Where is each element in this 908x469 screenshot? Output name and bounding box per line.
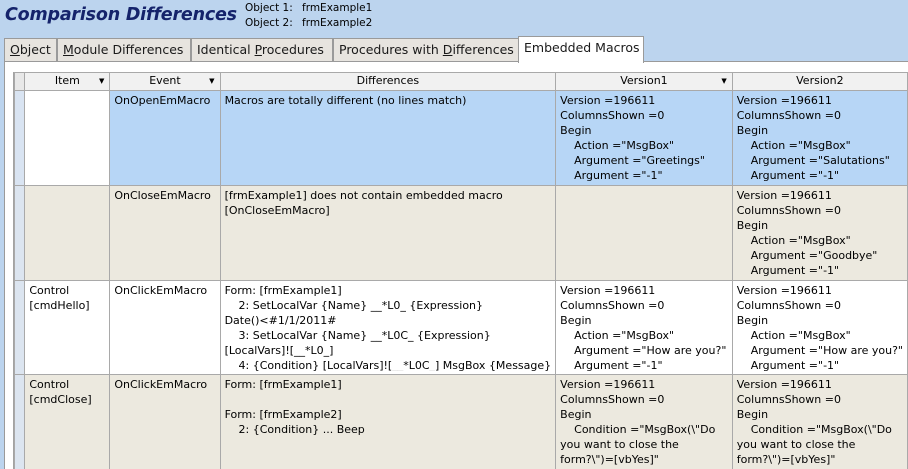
table-row[interactable]: OnCloseEmMacro [frmExample1] does not co… — [14, 185, 908, 281]
column-header-differences[interactable]: Differences — [219, 72, 557, 91]
cell-version1[interactable]: Version =196611 ColumnsShown =0 Begin Co… — [557, 376, 732, 469]
column-event-label: Event — [149, 74, 181, 87]
column-item-label: Item — [54, 74, 80, 87]
column-version1-label: Version1 — [620, 74, 668, 87]
page-title: Comparison Differences — [5, 5, 237, 25]
row-selector[interactable] — [14, 90, 26, 186]
object2-value: frmExample2 — [302, 17, 373, 29]
cell-version1[interactable]: Version =196611 ColumnsShown =0 Begin Ac… — [557, 92, 732, 185]
column-header-version1[interactable]: Version1 ▼ — [555, 72, 733, 91]
object-info: Object 1: frmExample1 Object 2: frmExample… — [245, 1, 372, 31]
header: Comparison Differences Object 1: frmExamp… — [0, 0, 908, 34]
cell-version1[interactable]: Version =196611 ColumnsShown =0 Begin Ac… — [557, 282, 732, 371]
tab-bar: Object Module Differences Identical Proc… — [4, 36, 908, 63]
cell-item[interactable]: Control [cmdClose] — [26, 376, 109, 410]
column-header-version2[interactable]: Version2 — [731, 72, 908, 91]
table-row[interactable]: Control [cmdHello] OnClickEmMacro Form: … — [14, 280, 908, 375]
cell-differences[interactable]: [frmExample1] does not contain embedded … — [221, 187, 555, 221]
cell-event[interactable]: OnClickEmMacro — [111, 376, 219, 395]
tab-embedded-macros[interactable]: Embedded Macros — [518, 36, 644, 63]
column-version2-label: Version2 — [796, 74, 844, 87]
tab-object[interactable]: Object — [4, 38, 57, 62]
differences-grid[interactable]: Item ▼ Event ▼ Differences Version1 ▼ Versi… — [13, 72, 908, 469]
cell-version2[interactable]: Version =196611 ColumnsShown =0 Begin Ac… — [733, 187, 906, 280]
tab-object-label: bject — [19, 42, 51, 57]
tab-module-differences[interactable]: Module Differences — [57, 38, 191, 62]
chevron-down-icon[interactable]: ▼ — [209, 74, 214, 90]
chevron-down-icon[interactable]: ▼ — [721, 74, 726, 90]
cell-differences[interactable]: Form: [frmExample1] Form: [frmExample2] … — [221, 376, 555, 440]
column-header-item[interactable]: Item ▼ — [24, 72, 111, 91]
cell-version2[interactable]: Version =196611 ColumnsShown =0 Begin Ac… — [733, 282, 906, 371]
object1-label: Object 1: — [245, 2, 293, 14]
column-header-event[interactable]: Event ▼ — [109, 72, 221, 91]
cell-event[interactable]: OnClickEmMacro — [111, 282, 219, 301]
chevron-down-icon[interactable]: ▼ — [99, 74, 104, 90]
cell-version1[interactable] — [557, 187, 732, 191]
differences-table: Item ▼ Event ▼ Differences Version1 ▼ Versi… — [14, 72, 908, 469]
table-row[interactable]: Control [cmdClose] OnClickEmMacro Form: … — [14, 374, 908, 469]
object1-value: frmExample1 — [302, 2, 373, 14]
row-selector[interactable] — [14, 374, 26, 469]
cell-event[interactable]: OnOpenEmMacro — [111, 92, 219, 111]
object2-label: Object 2: — [245, 17, 293, 29]
cell-differences[interactable]: Macros are totally different (no lines m… — [221, 92, 555, 111]
cell-item[interactable] — [26, 187, 109, 191]
cell-version2[interactable]: Version =196611 ColumnsShown =0 Begin Co… — [733, 376, 906, 469]
row-selector[interactable] — [14, 185, 26, 281]
tab-procedures-with-differences[interactable]: Procedures with Differences — [333, 38, 520, 62]
cell-item[interactable]: Control [cmdHello] — [26, 282, 109, 316]
tab-identical-procedures[interactable]: Identical Procedures — [191, 38, 333, 62]
column-differences-label: Differences — [356, 74, 420, 87]
cell-event[interactable]: OnCloseEmMacro — [111, 187, 219, 206]
select-all-corner[interactable] — [14, 72, 26, 91]
table-row[interactable]: OnOpenEmMacro Macros are totally differe… — [14, 90, 908, 186]
cell-version2[interactable]: Version =196611 ColumnsShown =0 Begin Ac… — [733, 92, 906, 185]
cell-item[interactable] — [26, 92, 109, 96]
cell-differences[interactable]: Form: [frmExample1] 2: SetLocalVar {Name… — [221, 282, 555, 371]
row-selector[interactable] — [14, 280, 26, 375]
